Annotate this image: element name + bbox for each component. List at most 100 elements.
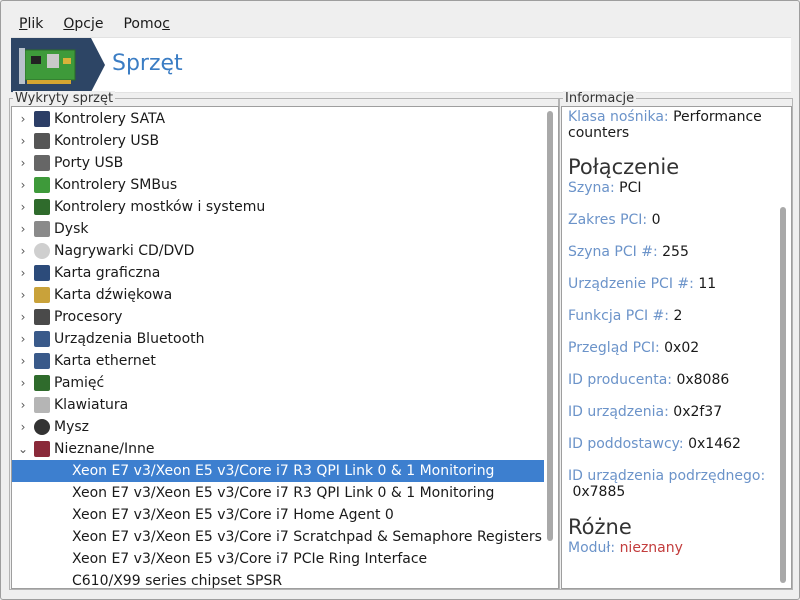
tree-category-row[interactable]: › Kontrolery mostków i systemu — [12, 196, 544, 218]
mouse-icon — [34, 419, 50, 435]
tree-category-row[interactable]: › Pamięć — [12, 372, 544, 394]
tree-device-label: Xeon E7 v3/Xeon E5 v3/Core i7 PCIe Ring … — [72, 551, 428, 567]
tree-device-row[interactable]: C610/X99 series chipset SPSR — [12, 570, 544, 589]
tree-category-label: Kontrolery SMBus — [54, 177, 178, 193]
tree-device-row[interactable]: Xeon E7 v3/Xeon E5 v3/Core i7 R3 QPI Lin… — [12, 482, 544, 504]
info-pci-function: Funkcja PCI #: 2 — [568, 308, 683, 324]
chevron-right-icon[interactable]: › — [18, 398, 28, 412]
info-module: Moduł: nieznany — [568, 540, 683, 556]
page-title: Sprzęt — [112, 51, 183, 76]
tree-category-label: Nieznane/Inne — [54, 441, 155, 457]
cpu-icon — [34, 309, 50, 325]
chevron-right-icon[interactable]: › — [18, 266, 28, 280]
tree-category-row[interactable]: › Karta graficzna — [12, 262, 544, 284]
tree-device-label: Xeon E7 v3/Xeon E5 v3/Core i7 Scratchpad… — [72, 529, 542, 545]
tree-category-label: Kontrolery USB — [54, 133, 160, 149]
info-pci-bus: Szyna PCI #: 255 — [568, 244, 689, 260]
menu-options[interactable]: Opcje — [53, 13, 113, 35]
tree-scrollbar[interactable] — [547, 111, 553, 541]
section-connection: Połączenie — [568, 155, 680, 179]
tree-device-row[interactable]: Xeon E7 v3/Xeon E5 v3/Core i7 Home Agent… — [12, 504, 544, 526]
sound-card-icon — [34, 287, 50, 303]
hardware-logo-icon — [11, 38, 91, 92]
tree-category-row[interactable]: › Karta ethernet — [12, 350, 544, 372]
tree-device-label: Xeon E7 v3/Xeon E5 v3/Core i7 R3 QPI Lin… — [72, 485, 495, 501]
banner-arrow — [91, 38, 105, 92]
tree-category-row[interactable]: › Klawiatura — [12, 394, 544, 416]
tree-category-row[interactable]: › Kontrolery SATA — [12, 108, 544, 130]
menu-help[interactable]: Pomoc — [113, 13, 179, 35]
chevron-right-icon[interactable]: › — [18, 288, 28, 302]
chevron-right-icon[interactable]: › — [18, 420, 28, 434]
info-subvendor-id: ID poddostawcy: 0x1462 — [568, 436, 741, 452]
bridge-icon — [34, 199, 50, 215]
tree-category-label: Mysz — [54, 419, 90, 435]
chevron-right-icon[interactable]: › — [18, 310, 28, 324]
tree-category-label: Kontrolery SATA — [54, 111, 166, 127]
tree-category-row[interactable]: › Urządzenia Bluetooth — [12, 328, 544, 350]
info-panel: Klasa nośnika: Performance counters Połą… — [561, 106, 792, 589]
bluetooth-icon — [34, 331, 50, 347]
tree-device-row[interactable]: Xeon E7 v3/Xeon E5 v3/Core i7 PCIe Ring … — [12, 548, 544, 570]
tree-category-row[interactable]: › Dysk — [12, 218, 544, 240]
tree-category-row[interactable]: ⌄ Nieznane/Inne — [12, 438, 544, 460]
tree-device-row-selected[interactable]: Xeon E7 v3/Xeon E5 v3/Core i7 R3 QPI Lin… — [12, 460, 544, 482]
chevron-right-icon[interactable]: › — [18, 354, 28, 368]
memory-icon — [34, 375, 50, 391]
tree-category-row[interactable]: › Karta dźwiękowa — [12, 284, 544, 306]
chevron-right-icon[interactable]: › — [18, 244, 28, 258]
sata-controller-icon — [34, 111, 50, 127]
section-misc: Różne — [568, 515, 632, 539]
tree-category-label: Dysk — [54, 221, 89, 237]
tree-category-label: Urządzenia Bluetooth — [54, 331, 205, 347]
cd-icon — [34, 243, 50, 259]
disk-icon — [34, 221, 50, 237]
keyboard-icon — [34, 397, 50, 413]
tree-category-label: Nagrywarki CD/DVD — [54, 243, 195, 259]
info-vendor-id: ID producenta: 0x8086 — [568, 372, 730, 388]
tree-category-row[interactable]: › Porty USB — [12, 152, 544, 174]
menubar: Plik Opcje Pomoc — [9, 13, 180, 35]
tree-category-label: Porty USB — [54, 155, 124, 171]
right-panel-title: Informacje — [563, 91, 637, 106]
usb-port-icon — [34, 155, 50, 171]
tree-category-label: Karta graficzna — [54, 265, 161, 281]
tree-device-row[interactable]: Xeon E7 v3/Xeon E5 v3/Core i7 Scratchpad… — [12, 526, 544, 548]
tree-category-row[interactable]: › Kontrolery USB — [12, 130, 544, 152]
hardware-tree[interactable]: › Kontrolery SATA › Kontrolery USB › Porty US… — [11, 106, 559, 589]
info-subdevice-id: ID urządzenia podrzędnego: 0x7885 — [568, 468, 766, 500]
app-window: Plik Opcje Pomoc Sprzęt Wykryty sprzęt I… — [0, 0, 800, 600]
header-banner: Sprzęt — [11, 37, 791, 93]
chevron-right-icon[interactable]: › — [18, 112, 28, 126]
info-pci-device: Urządzenie PCI #: 11 — [568, 276, 717, 292]
left-panel-title: Wykryty sprzęt — [13, 91, 116, 106]
chevron-right-icon[interactable]: › — [18, 200, 28, 214]
menu-file[interactable]: Plik — [9, 13, 53, 35]
tree-category-row[interactable]: › Kontrolery SMBus — [12, 174, 544, 196]
info-device-id: ID urządzenia: 0x2f37 — [568, 404, 723, 420]
info-bus: Szyna: PCI — [568, 180, 642, 196]
tree-category-row[interactable]: › Nagrywarki CD/DVD — [12, 240, 544, 262]
chevron-right-icon[interactable]: › — [18, 156, 28, 170]
tree-device-label: C610/X99 series chipset SPSR — [72, 573, 283, 589]
info-media-class: Klasa nośnika: Performance counters — [568, 109, 762, 141]
chevron-right-icon[interactable]: › — [18, 222, 28, 236]
smbus-icon — [34, 177, 50, 193]
tree-category-label: Kontrolery mostków i systemu — [54, 199, 266, 215]
tree-category-label: Karta ethernet — [54, 353, 156, 369]
tree-category-row[interactable]: › Procesory — [12, 306, 544, 328]
chevron-right-icon[interactable]: › — [18, 178, 28, 192]
tree-category-row[interactable]: › Mysz — [12, 416, 544, 438]
usb-icon — [34, 133, 50, 149]
info-scrollbar[interactable] — [780, 207, 786, 583]
chevron-right-icon[interactable]: › — [18, 134, 28, 148]
tree-category-label: Klawiatura — [54, 397, 129, 413]
chevron-right-icon[interactable]: › — [18, 332, 28, 346]
graphics-card-icon — [34, 265, 50, 281]
chevron-down-icon[interactable]: ⌄ — [18, 442, 28, 456]
ethernet-icon — [34, 353, 50, 369]
info-pci-domain: Zakres PCI: 0 — [568, 212, 661, 228]
tree-device-label: Xeon E7 v3/Xeon E5 v3/Core i7 R3 QPI Lin… — [72, 463, 495, 479]
chevron-right-icon[interactable]: › — [18, 376, 28, 390]
unknown-device-icon — [34, 441, 50, 457]
